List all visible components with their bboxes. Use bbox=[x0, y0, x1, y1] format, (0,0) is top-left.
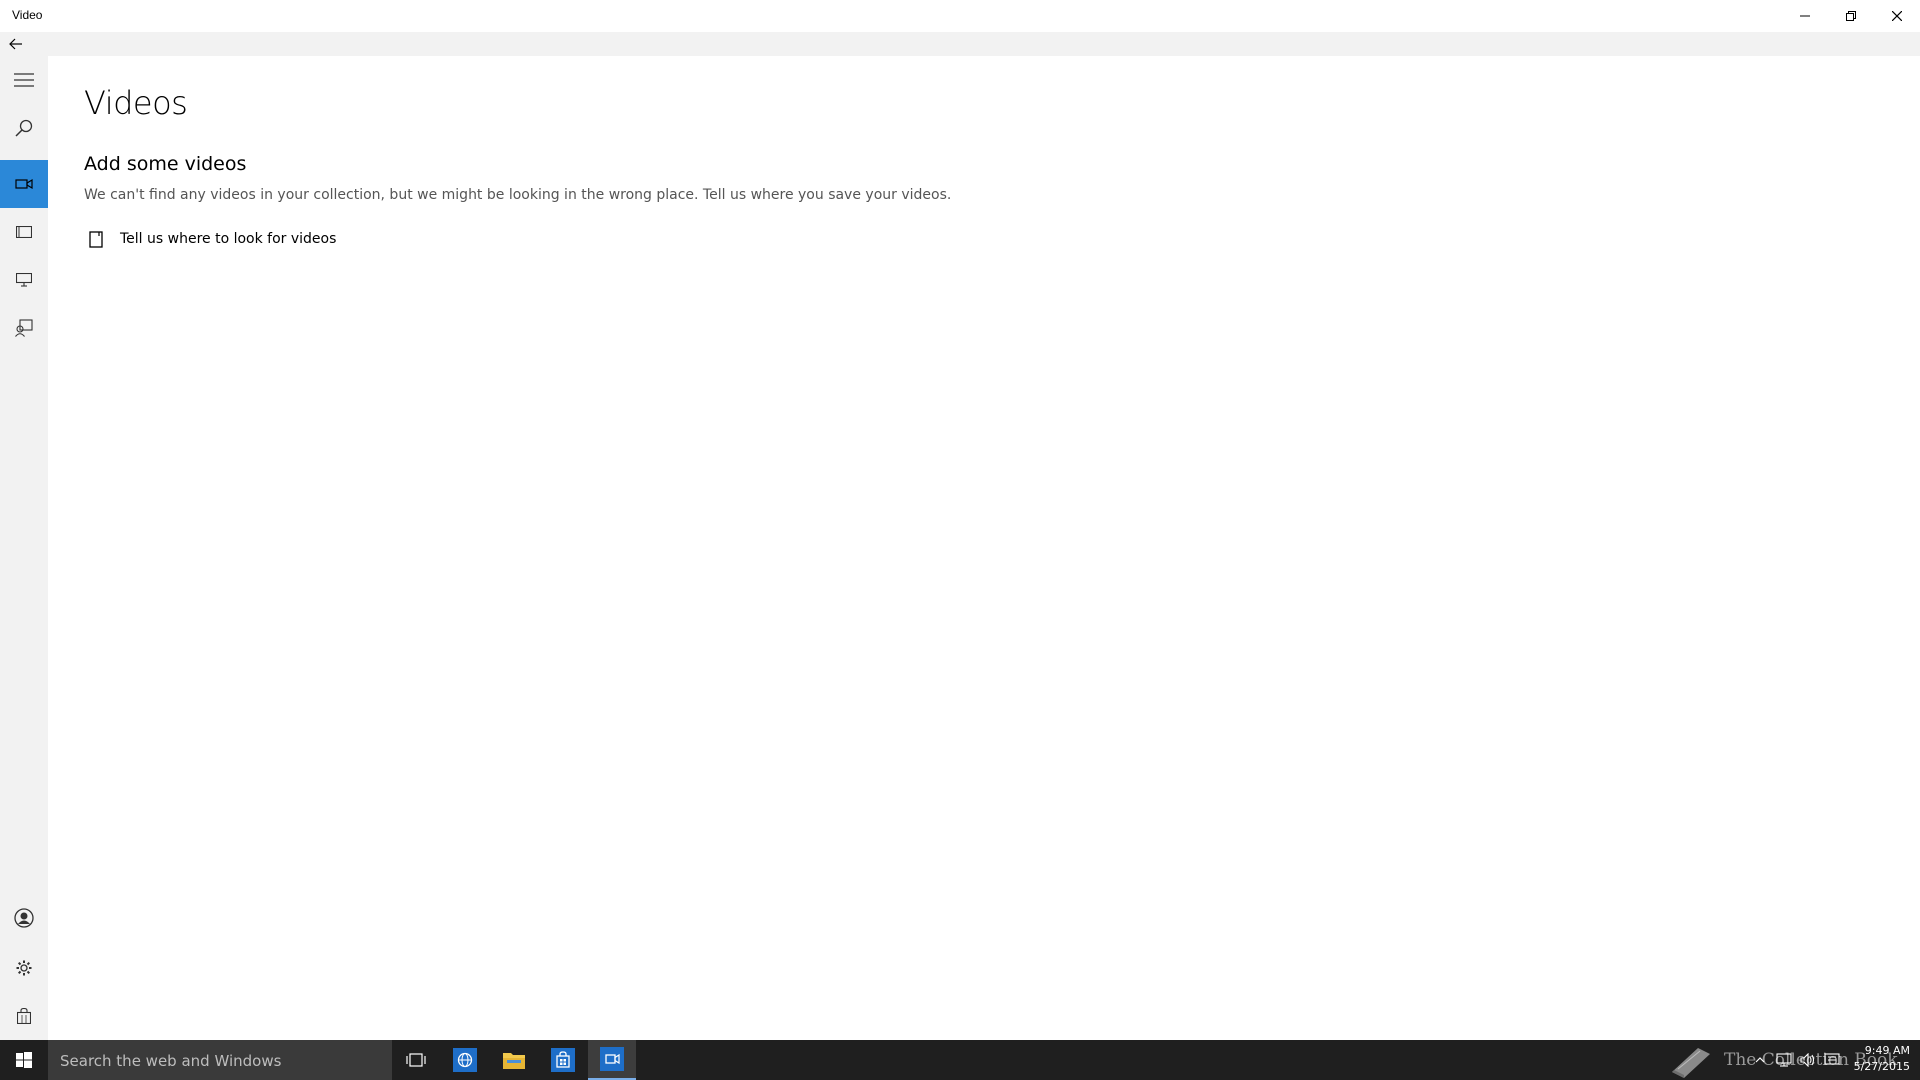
minimize-icon bbox=[1800, 15, 1810, 17]
restore-button[interactable] bbox=[1828, 0, 1874, 32]
folder-explorer-icon bbox=[503, 1053, 525, 1069]
action-center-button[interactable] bbox=[1824, 1052, 1840, 1068]
look-link-label: Tell us where to look for videos bbox=[120, 231, 337, 247]
restore-icon bbox=[1846, 11, 1856, 21]
book-logo-icon bbox=[1672, 1048, 1710, 1078]
task-view-icon bbox=[406, 1053, 426, 1067]
hamburger-menu-button[interactable] bbox=[0, 56, 48, 104]
nav-feedback-button[interactable] bbox=[0, 304, 48, 352]
movies-icon bbox=[16, 226, 32, 238]
main-content: Videos Add some videos We can't find any… bbox=[48, 56, 1920, 1040]
store-icon bbox=[551, 1048, 575, 1072]
taskbar-clock[interactable]: 9:49 AM 5/27/2015 bbox=[1846, 1043, 1910, 1075]
taskbar-video-app-button[interactable] bbox=[588, 1040, 636, 1080]
nav-videos-button[interactable] bbox=[0, 160, 48, 208]
store-bag-icon bbox=[17, 1008, 31, 1024]
taskbar-search-box[interactable]: Search the web and Windows bbox=[48, 1040, 392, 1080]
back-button[interactable] bbox=[0, 32, 32, 56]
windows-logo-icon bbox=[16, 1052, 32, 1068]
clock-time: 9:49 AM bbox=[1864, 1044, 1910, 1057]
account-icon bbox=[14, 908, 34, 928]
video-app-icon bbox=[600, 1047, 624, 1071]
tell-us-where-to-look-link[interactable]: Tell us where to look for videos bbox=[84, 227, 336, 251]
show-hidden-icons-button[interactable] bbox=[1752, 1052, 1768, 1068]
hamburger-icon bbox=[14, 73, 34, 87]
nav-account-button[interactable] bbox=[0, 894, 48, 942]
back-arrow-icon bbox=[9, 38, 22, 50]
feedback-icon bbox=[15, 319, 33, 337]
nav-movies-button[interactable] bbox=[0, 208, 48, 256]
window-title: Video bbox=[12, 8, 43, 22]
network-button[interactable] bbox=[1776, 1052, 1792, 1068]
taskbar-file-explorer-button[interactable] bbox=[490, 1040, 538, 1080]
title-bar: Video bbox=[0, 0, 1920, 32]
search-icon bbox=[15, 119, 33, 137]
volume-button[interactable] bbox=[1800, 1052, 1816, 1068]
notification-icon bbox=[1824, 1053, 1840, 1065]
page-title: Videos bbox=[84, 84, 188, 122]
speaker-icon bbox=[1800, 1053, 1815, 1067]
video-camera-icon bbox=[15, 178, 33, 190]
nav-tv-button[interactable] bbox=[0, 256, 48, 304]
nav-rail bbox=[0, 56, 48, 1040]
tv-icon bbox=[16, 273, 32, 287]
close-icon bbox=[1892, 11, 1902, 21]
gear-icon bbox=[16, 960, 32, 976]
back-bar bbox=[0, 32, 1920, 56]
task-view-button[interactable] bbox=[392, 1040, 440, 1080]
browser-icon bbox=[453, 1048, 477, 1072]
nav-search-button[interactable] bbox=[0, 104, 48, 152]
close-button[interactable] bbox=[1874, 0, 1920, 32]
folder-icon bbox=[84, 227, 108, 251]
nav-store-button[interactable] bbox=[0, 992, 48, 1040]
nav-settings-button[interactable] bbox=[0, 944, 48, 992]
taskbar: Search the web and Windows The Collectio… bbox=[0, 1040, 1920, 1080]
minimize-button[interactable] bbox=[1782, 0, 1828, 32]
start-button[interactable] bbox=[0, 1040, 48, 1080]
clock-date: 5/27/2015 bbox=[1853, 1060, 1910, 1073]
empty-collection-description: We can't find any videos in your collect… bbox=[84, 187, 952, 203]
section-title: Add some videos bbox=[84, 153, 247, 175]
network-icon bbox=[1776, 1053, 1792, 1067]
chevron-up-icon bbox=[1755, 1057, 1765, 1063]
taskbar-browser-button[interactable] bbox=[441, 1040, 489, 1080]
taskbar-search-placeholder: Search the web and Windows bbox=[60, 1052, 282, 1070]
taskbar-store-button[interactable] bbox=[539, 1040, 587, 1080]
